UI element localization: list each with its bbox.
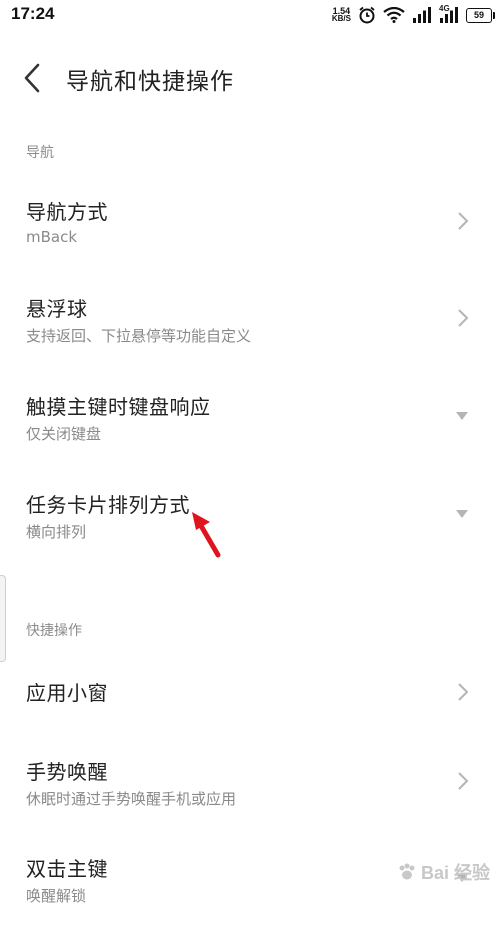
status-time: 17:24 [11, 4, 55, 23]
chevron-right-icon [458, 309, 469, 327]
page-title: 导航和快捷操作 [66, 69, 234, 95]
page-header: 导航和快捷操作 [0, 50, 500, 106]
paw-logo-icon [399, 863, 415, 880]
chevron-right-icon [458, 683, 469, 701]
setting-subtitle: 横向排列 [26, 523, 87, 541]
setting-home-key-keyboard[interactable]: 触摸主键时键盘响应 仅关闭键盘 [0, 391, 500, 471]
wifi-icon [383, 7, 405, 23]
dropdown-triangle-icon [456, 510, 468, 518]
setting-title: 双击主键 [26, 857, 108, 881]
signal-4g-icon: 4G [439, 4, 459, 23]
setting-title: 导航方式 [26, 200, 108, 224]
setting-title: 手势唤醒 [26, 760, 108, 784]
alarm-icon [359, 6, 375, 24]
setting-subtitle: 支持返回、下拉悬停等功能自定义 [26, 327, 252, 345]
network-speed-unit: KB/S [331, 14, 351, 23]
annotation-arrow-icon [192, 512, 221, 558]
setting-floating-ball[interactable]: 悬浮球 支持返回、下拉悬停等功能自定义 [0, 293, 500, 373]
setting-task-card-layout[interactable]: 任务卡片排列方式 横向排列 [0, 489, 500, 569]
setting-title: 任务卡片排列方式 [26, 493, 190, 517]
setting-gesture-wake[interactable]: 手势唤醒 休眠时通过手势唤醒手机或应用 [0, 756, 500, 836]
setting-title: 悬浮球 [26, 297, 88, 321]
watermark-text: Bai 经验 [420, 863, 490, 883]
network-speed: 1.54 KB/S [332, 7, 351, 23]
setting-subtitle: 仅关闭键盘 [26, 425, 102, 443]
status-icons: 1.54 KB/S 4G 59 [332, 4, 495, 25]
battery-level: 59 [473, 9, 484, 20]
chevron-right-icon [458, 212, 469, 230]
setting-title: 触摸主键时键盘响应 [26, 395, 211, 419]
dropdown-triangle-icon [456, 412, 468, 420]
edge-handle[interactable] [0, 575, 6, 662]
back-button[interactable] [18, 60, 48, 96]
section-label-nav: 导航 [26, 145, 54, 161]
chevron-right-icon [458, 772, 469, 790]
chevron-left-icon [24, 63, 40, 93]
section-label-shortcuts: 快捷操作 [26, 623, 82, 639]
setting-subtitle: 唤醒解锁 [26, 887, 87, 905]
status-bar: 17:24 1.54 KB/S 4G 59 [0, 0, 500, 32]
setting-subtitle: mBack [26, 228, 78, 246]
signal-icon [413, 7, 431, 23]
setting-navigation-mode[interactable]: 导航方式 mBack [0, 196, 500, 276]
setting-subtitle: 休眠时通过手势唤醒手机或应用 [26, 790, 237, 808]
watermark: Bai 经验 [397, 859, 490, 885]
setting-app-small-window[interactable]: 应用小窗 [0, 677, 500, 757]
setting-title: 应用小窗 [26, 681, 108, 705]
battery-icon: 59 [466, 7, 495, 23]
